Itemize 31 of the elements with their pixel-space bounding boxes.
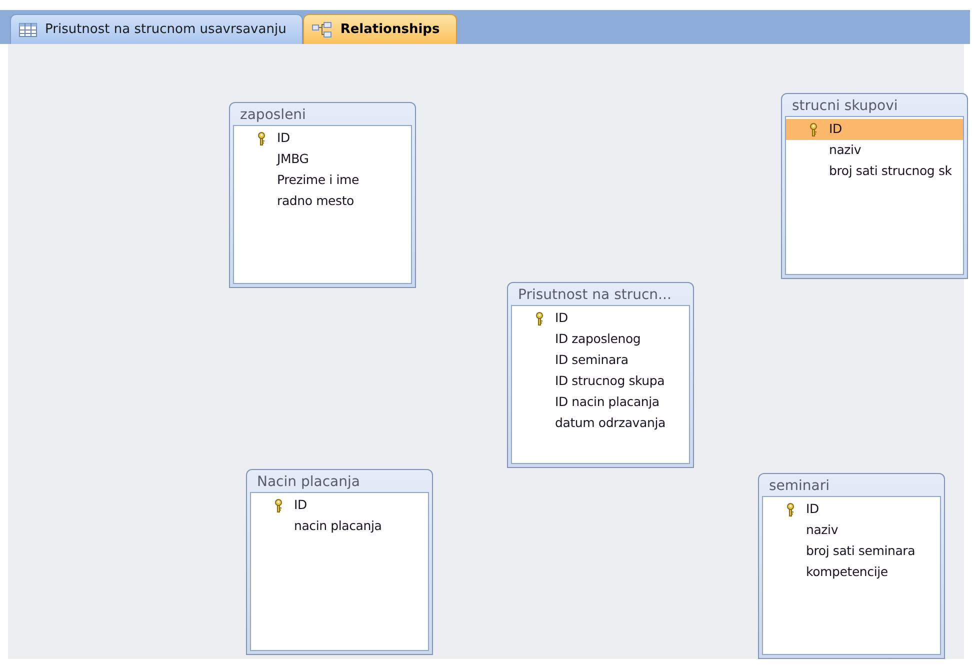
field-row[interactable]: broj sati seminara [763, 541, 940, 562]
table-title: zaposleni [239, 106, 307, 125]
table-window[interactable]: Nacin placanja ID nacin placanja [246, 469, 433, 655]
field-row[interactable]: ID seminara [512, 350, 689, 371]
field-row[interactable]: naziv [763, 520, 940, 541]
tab[interactable]: Relationships [303, 14, 457, 44]
field-row[interactable]: ID [234, 128, 411, 149]
tab[interactable]: Prisutnost na strucnom usavrsavanju [10, 14, 304, 44]
table-window[interactable]: seminari ID naziv broj sati seminara kompetencije [758, 473, 945, 659]
field-row[interactable]: broj sati strucnog sk [786, 161, 963, 182]
field-row[interactable]: ID zaposlenog [512, 329, 689, 350]
field-row[interactable]: ID [251, 495, 428, 516]
field-row[interactable]: nacin placanja [251, 516, 428, 537]
table-title: seminari [768, 477, 831, 496]
field-row[interactable]: ID strucnog skupa [512, 371, 689, 392]
field-row[interactable]: kompetencije [763, 562, 940, 583]
field-row[interactable]: JMBG [234, 149, 411, 170]
field-row[interactable]: ID [763, 499, 940, 520]
table-window[interactable]: zaposleni ID JMBG Prezime i ime radno mesto [229, 102, 416, 288]
field-row[interactable]: ID [786, 119, 963, 140]
field-row[interactable]: ID [512, 308, 689, 329]
field-row[interactable]: datum odrzavanja [512, 413, 689, 434]
table-window[interactable]: Prisutnost na strucn... ID ID zaposlenog ID seminara ID strucnog skupa ID nacin placanja datum odrzavanja [507, 282, 694, 468]
field-row[interactable]: Prezime i ime [234, 170, 411, 191]
table-window[interactable]: strucni skupovi ID naziv broj sati strucnog sk [781, 93, 968, 279]
field-row[interactable]: radno mesto [234, 191, 411, 212]
table-title: strucni skupovi [791, 97, 899, 116]
field-row[interactable]: naziv [786, 140, 963, 161]
table-title: Nacin placanja [256, 473, 361, 492]
field-row[interactable]: ID nacin placanja [512, 392, 689, 413]
table-title: Prisutnost na strucn... [517, 286, 672, 305]
